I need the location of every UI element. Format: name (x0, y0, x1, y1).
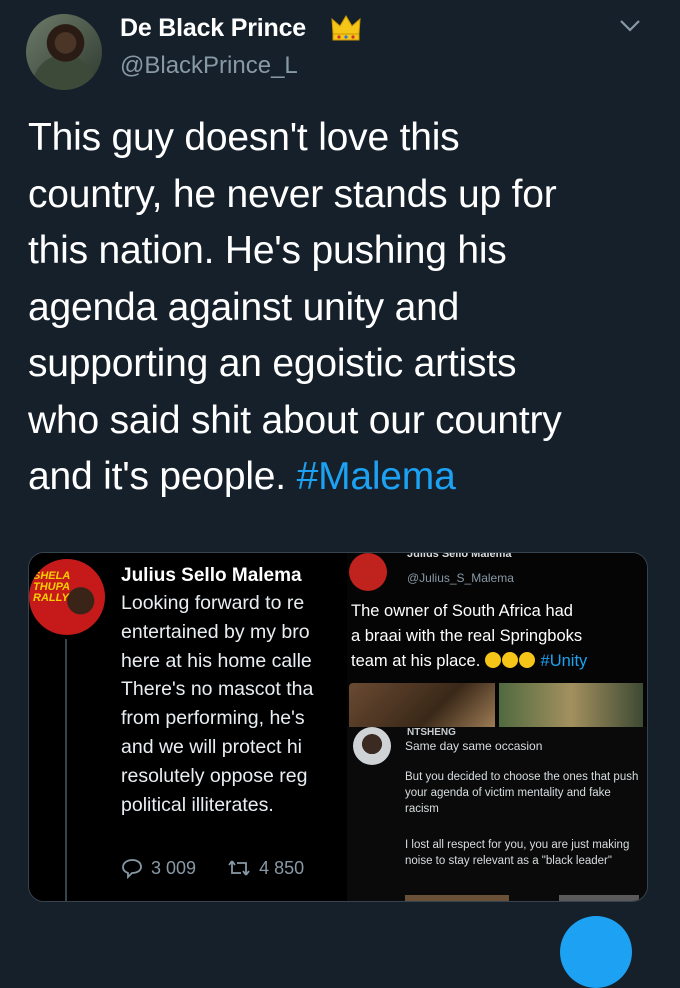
rt-photo-1 (349, 683, 495, 727)
tweet-line: who said shit about our country (28, 398, 562, 442)
rb-paragraph: I lost all respect for you, you are just… (405, 839, 630, 867)
screenshot-left-panel: SHELA THUPA RALLY Julius Sello Malema Lo… (29, 553, 347, 901)
tweet-line-text: and it's people. (28, 455, 286, 498)
embedded-line: here at his home calle (121, 649, 312, 672)
rb-author-name: NTSHENG (407, 727, 456, 738)
embedded-line: and we will protect hi (121, 735, 303, 758)
laughing-emoji-icon (501, 652, 518, 668)
avatar-caption: SHELA THUPA RALLY (33, 570, 70, 604)
tweet-line: country, he never stands up for (28, 172, 557, 216)
embedded-line: from performing, he's (121, 707, 305, 730)
rt-hashtag: #Unity (540, 652, 588, 670)
profile-avatar[interactable] (26, 14, 102, 90)
rt-photo-2 (499, 683, 643, 727)
rb-photo-strip (405, 895, 509, 901)
display-name[interactable]: De Black Prince (120, 14, 306, 43)
user-handle[interactable]: @BlackPrince_L (120, 52, 298, 80)
tweet-line: supporting an egoistic artists (28, 342, 517, 385)
thread-line (65, 639, 67, 901)
embedded-author-name: Julius Sello Malema (121, 565, 302, 586)
tweet-line: agenda against unity and (28, 285, 460, 329)
tweet-line: this nation. He's pushing his (28, 229, 507, 272)
screenshot-right-top: Julius Sello Malema @Julius_S_Malema The… (347, 553, 647, 727)
tweet-line: This guy doesn't love this (28, 116, 460, 159)
hashtag-link[interactable]: #Malema (297, 455, 456, 498)
jm-avatar: SHELA THUPA RALLY (29, 559, 105, 635)
reply-count: 3 009 (151, 857, 197, 878)
chevron-down-icon[interactable] (618, 16, 642, 36)
rb-avatar (353, 727, 391, 765)
embedded-line: There's no mascot tha (121, 678, 314, 701)
screenshot-right-bottom: NTSHENG Same day same occasion But you d… (347, 727, 647, 901)
attached-image[interactable]: SHELA THUPA RALLY Julius Sello Malema Lo… (28, 552, 648, 902)
rt-line: team at his place. #Unity (351, 649, 646, 674)
retweet-count: 4 850 (259, 857, 305, 878)
rb-line: Same day same occasion (405, 739, 543, 753)
reply-icon (122, 859, 142, 880)
rt-line: The owner of South Africa had (351, 602, 573, 620)
laughing-emoji-icon (484, 652, 501, 668)
embedded-line: resolutely oppose reg (121, 764, 308, 787)
rt-author-name: Julius Sello Malema (407, 552, 512, 560)
rt-line: a braai with the real Springboks (351, 627, 583, 645)
rb-photo-strip (559, 895, 639, 901)
retweet-icon (228, 860, 250, 876)
embedded-line: political illiterates. (121, 793, 274, 816)
rt-author-handle: @Julius_S_Malema (407, 571, 514, 585)
tweet-line: and it's people. #Malema (28, 449, 668, 506)
rb-paragraph: But you decided to choose the ones that … (405, 771, 639, 815)
embedded-line: entertained by my bro (121, 620, 310, 643)
embedded-line: Looking forward to re (121, 592, 305, 614)
tweet-body: This guy doesn't love this country, he n… (28, 110, 668, 506)
rt-line-text: team at his place. (351, 652, 481, 670)
embedded-stats: 3 009 4 850 (121, 857, 330, 880)
rt-tweet-text: The owner of South Africa had a braai wi… (351, 599, 646, 674)
crown-emoji-icon (331, 15, 361, 41)
rt-avatar (349, 553, 387, 591)
compose-button[interactable] (560, 916, 632, 988)
laughing-emoji-icon (518, 652, 535, 668)
embedded-tweet-text: Looking forward to re entertained by my … (121, 589, 341, 819)
